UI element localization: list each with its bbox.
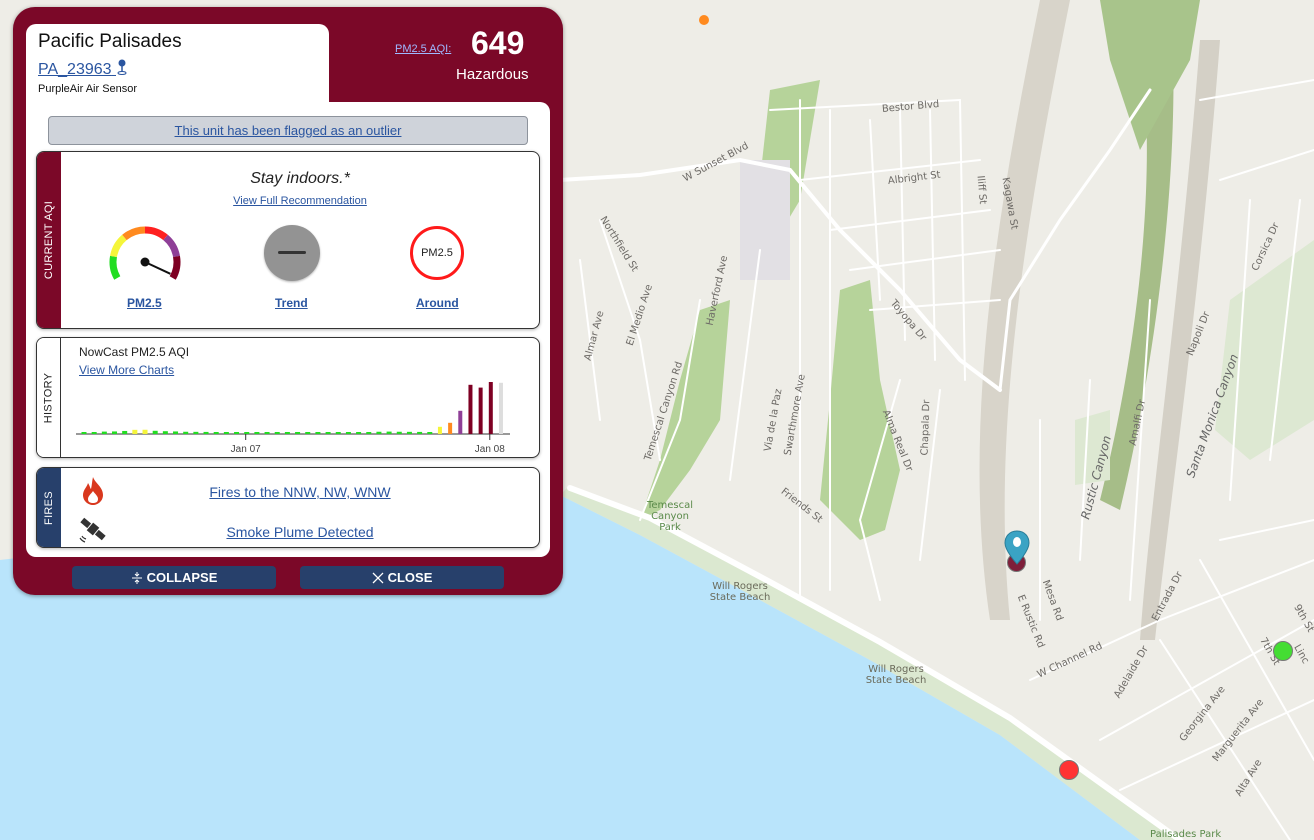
history-bar (274, 432, 280, 434)
selected-location-pin-icon[interactable] (1004, 530, 1030, 566)
smoke-plume-link[interactable]: Smoke Plume Detected (226, 524, 373, 540)
history-bar (173, 431, 179, 434)
gauge-hub (140, 257, 150, 267)
sensor-id-link[interactable]: PA_23963 (38, 59, 128, 79)
gauge-segment (163, 234, 180, 258)
history-bar (152, 430, 158, 434)
section-label: FIRES (37, 468, 61, 547)
history-bar (335, 432, 341, 434)
history-bar (91, 432, 97, 434)
sensor-type: PurpleAir Air Sensor (38, 83, 138, 95)
history-bar (325, 432, 331, 434)
park-label: Temescal Canyon Park (646, 500, 694, 533)
collapse-button[interactable]: COLLAPSE (72, 566, 276, 589)
view-recommendation-link[interactable]: View Full Recommendation (233, 195, 367, 207)
history-bar (183, 431, 189, 434)
around-circle-text: PM2.5 (421, 247, 453, 259)
x-tick-label: Jan 08 (475, 444, 505, 455)
history-bar (417, 431, 423, 434)
history-bar (193, 431, 199, 434)
history-bar (234, 432, 240, 434)
history-bar (122, 430, 128, 434)
history-bar (406, 431, 412, 434)
outlier-notice-link[interactable]: This unit has been flagged as an outlier (48, 116, 528, 145)
aqi-gauge (109, 226, 181, 280)
history-bar (448, 422, 453, 434)
history-bar (396, 431, 402, 434)
map-label: Chapala Dr (919, 399, 933, 456)
close-label: CLOSE (387, 570, 433, 585)
history-bar (142, 429, 148, 434)
history-bar (366, 432, 372, 434)
gauge-segment (144, 226, 168, 241)
dash-icon (278, 251, 306, 254)
history-bar (132, 429, 138, 434)
close-icon (372, 572, 384, 583)
recommendation-text: Stay indoors.* (250, 170, 350, 187)
aqi-category: Hazardous (456, 66, 529, 83)
history-bar (498, 382, 503, 434)
park-label: Palisades Park (1150, 829, 1222, 840)
pm25-gauge-link[interactable]: PM2.5 (127, 296, 162, 310)
sensor-detail-panel: Pacific Palisades PA_23963 PurpleAir Air… (13, 7, 563, 595)
fires-direction-link[interactable]: Fires to the NNW, NW, WNW (209, 484, 390, 500)
history-bar (468, 384, 473, 434)
history-bar (427, 432, 433, 434)
history-bar (254, 432, 260, 434)
history-bar (295, 432, 301, 434)
history-bar (478, 387, 483, 434)
history-bar (386, 431, 392, 434)
history-bar (112, 431, 118, 434)
history-bar (101, 431, 107, 434)
location-title: Pacific Palisades (38, 31, 182, 52)
history-bar (458, 410, 463, 434)
aqi-value: 649 (471, 25, 525, 61)
location-pin-icon (117, 59, 127, 75)
gauge-segment (109, 255, 121, 280)
current-aqi-section: CURRENT AQI Stay indoors.* View Full Rec… (36, 151, 540, 329)
beach-label: Will Rogers State Beach (865, 664, 927, 686)
gauge-segment (169, 255, 181, 280)
history-bar (437, 426, 442, 434)
sensor-marker[interactable] (1273, 641, 1293, 661)
section-label: CURRENT AQI (37, 152, 61, 328)
sensor-marker[interactable] (699, 15, 709, 25)
trend-link[interactable]: Trend (275, 296, 308, 310)
history-bar (162, 431, 168, 434)
beach-label: Will Rogers State Beach (709, 581, 771, 603)
sensor-header: Pacific Palisades PA_23963 PurpleAir Air… (26, 24, 329, 104)
history-bar (81, 432, 87, 434)
collapse-label: COLLAPSE (146, 570, 218, 585)
history-bar (376, 431, 382, 434)
history-bar (264, 432, 270, 434)
gauge-segment (122, 226, 146, 241)
collapse-icon (131, 571, 142, 584)
history-bar (488, 382, 493, 434)
trend-indicator[interactable] (264, 225, 320, 281)
section-label: HISTORY (37, 338, 61, 457)
history-bar (244, 432, 250, 434)
chart-title: NowCast PM2.5 AQI (79, 345, 190, 359)
history-bar (284, 432, 290, 434)
x-tick-label: Jan 07 (231, 444, 261, 455)
close-button[interactable]: CLOSE (300, 566, 504, 589)
around-indicator[interactable]: PM2.5 (410, 226, 464, 280)
history-bar (315, 432, 321, 434)
history-bar (203, 431, 209, 434)
around-link[interactable]: Around (416, 296, 459, 310)
sensor-id: PA_23963 (38, 61, 112, 78)
history-bar-chart[interactable]: Jan 07 Jan 08 (76, 370, 516, 456)
history-bar (223, 432, 229, 434)
history-bar (213, 432, 219, 434)
sensor-marker[interactable] (1059, 760, 1079, 780)
fires-section: FIRES Fires to the NNW, NW, WNW Smoke Pl… (36, 467, 540, 548)
history-section: HISTORY NowCast PM2.5 AQI View More Char… (36, 337, 540, 458)
history-bar (356, 432, 362, 434)
panel-body: This unit has been flagged as an outlier… (26, 102, 550, 557)
gauge-segment (110, 234, 127, 258)
history-bar (345, 432, 351, 434)
aqi-label-link[interactable]: PM2.5 AQI: (395, 43, 451, 55)
history-bar (305, 432, 311, 434)
